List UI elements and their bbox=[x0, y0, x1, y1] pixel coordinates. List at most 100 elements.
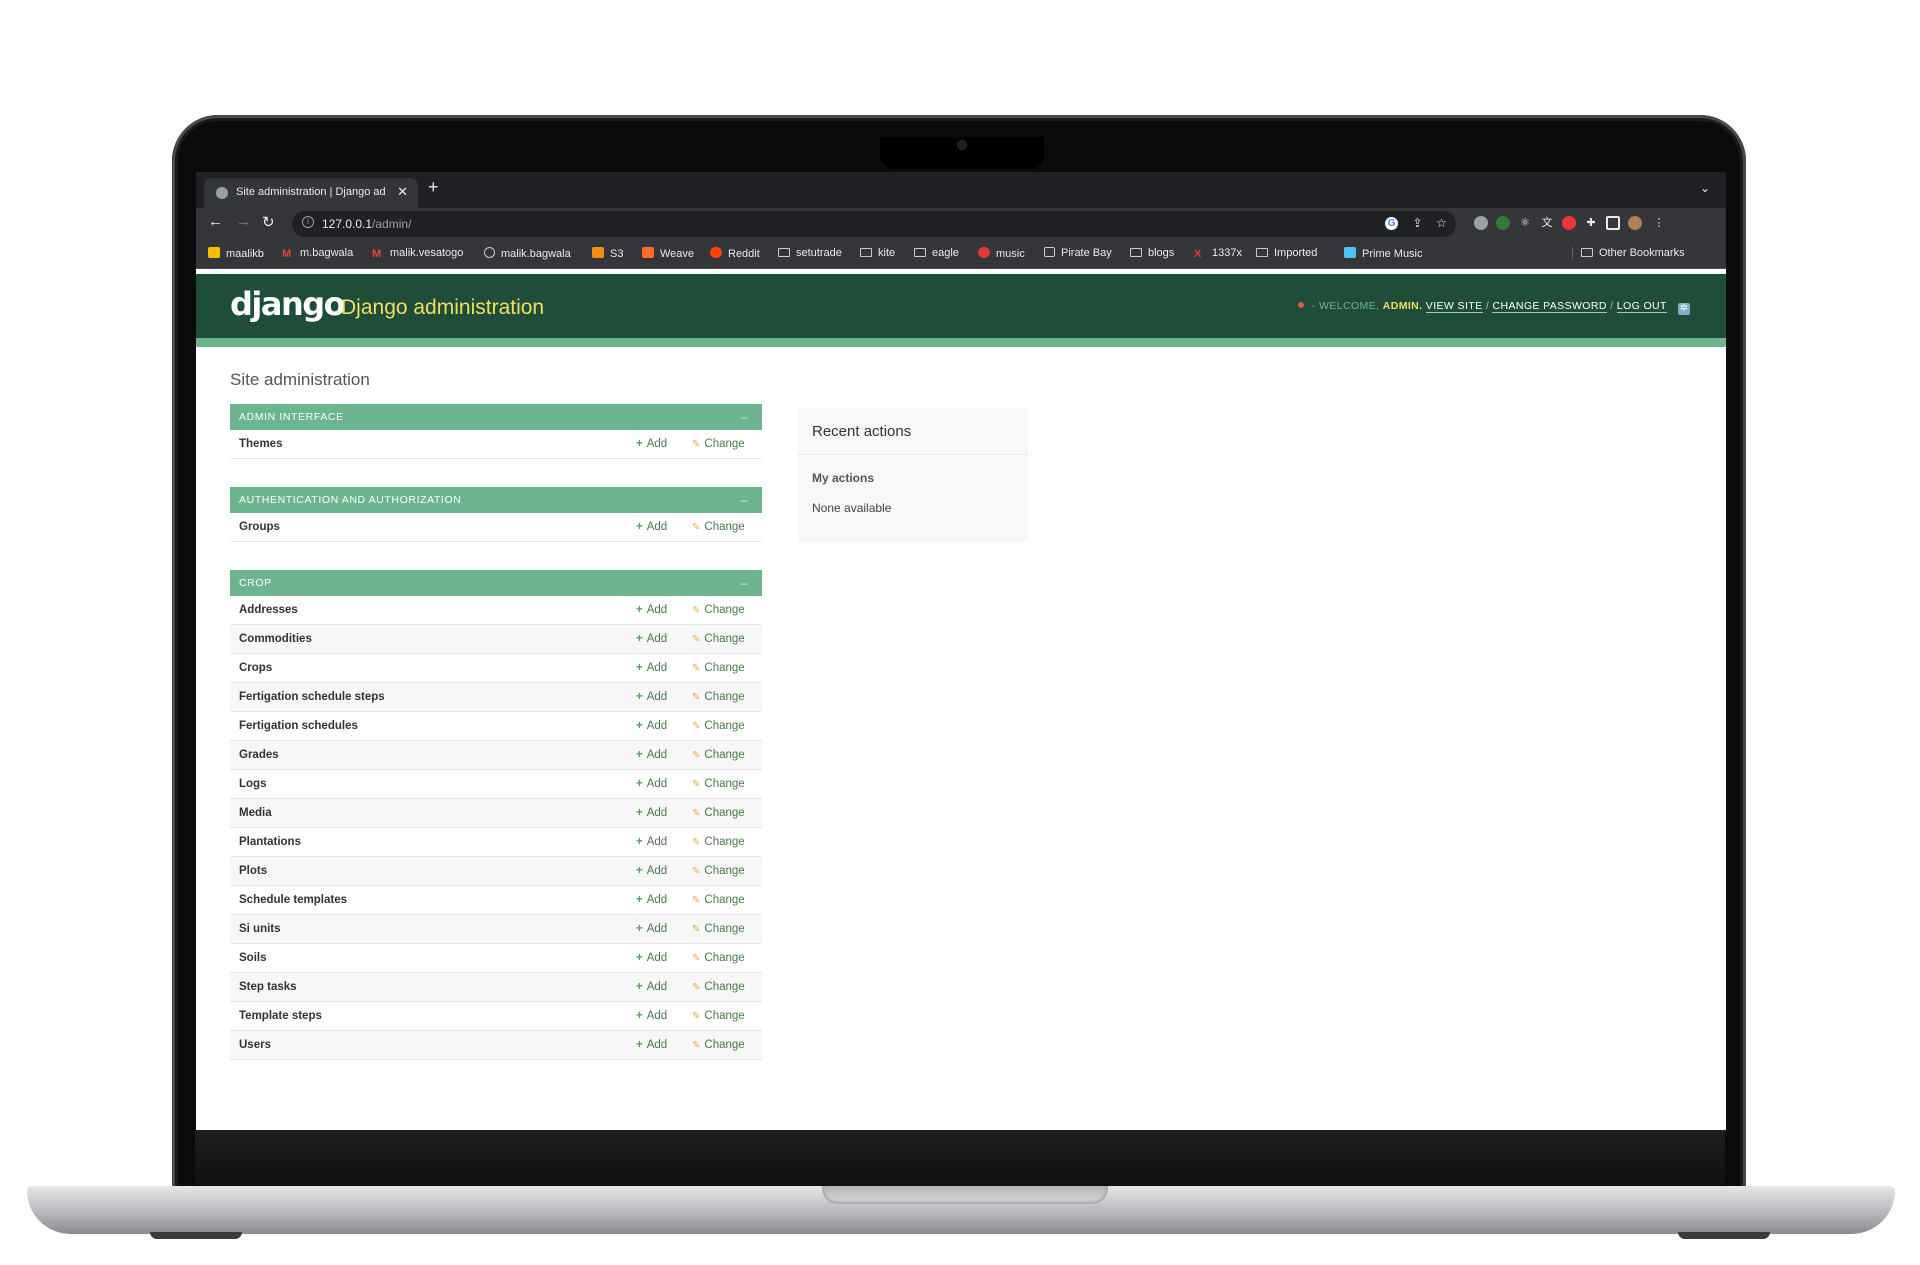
change-link[interactable]: ✎ Change bbox=[692, 720, 745, 732]
site-title[interactable]: Django administration bbox=[341, 296, 544, 320]
adblock-icon[interactable] bbox=[1562, 216, 1576, 230]
add-link[interactable]: + Add bbox=[636, 438, 667, 450]
model-link[interactable]: Plantations bbox=[239, 836, 301, 848]
add-link[interactable]: + Add bbox=[636, 749, 667, 761]
model-link[interactable]: Plots bbox=[239, 865, 267, 877]
model-link[interactable]: Users bbox=[239, 1039, 271, 1051]
change-link[interactable]: ✎ Change bbox=[692, 952, 745, 964]
change-link[interactable]: ✎ Change bbox=[692, 981, 745, 993]
theme-toggle-icon[interactable]: ✲ bbox=[1678, 303, 1690, 315]
bookmark-item[interactable]: Mmalik.vesatogo bbox=[372, 247, 463, 260]
bookmark-item[interactable]: S3 bbox=[592, 247, 623, 260]
change-link[interactable]: ✎ Change bbox=[692, 604, 745, 616]
avatar[interactable] bbox=[1628, 216, 1642, 230]
bookmark-item[interactable]: Mm.bagwala bbox=[282, 247, 353, 260]
bookmark-item[interactable]: Weave bbox=[642, 247, 694, 260]
puzzle-icon[interactable]: ✚ bbox=[1584, 216, 1598, 230]
collapse-icon[interactable]: – bbox=[741, 487, 748, 513]
react-devtools-icon[interactable]: ⚛ bbox=[1518, 216, 1532, 230]
model-link[interactable]: Step tasks bbox=[239, 981, 297, 993]
add-link[interactable]: + Add bbox=[636, 604, 667, 616]
bookmark-item[interactable]: music bbox=[978, 247, 1025, 260]
url-text[interactable]: 127.0.0.1/admin/ bbox=[322, 217, 411, 231]
bookmark-item[interactable]: X 1337x bbox=[1194, 247, 1242, 260]
add-link[interactable]: + Add bbox=[636, 720, 667, 732]
add-link[interactable]: + Add bbox=[636, 1010, 667, 1022]
change-link[interactable]: ✎ Change bbox=[692, 1010, 745, 1022]
bookmark-item[interactable]: Pirate Bay bbox=[1044, 247, 1112, 259]
add-link[interactable]: + Add bbox=[636, 894, 667, 906]
collapse-icon[interactable]: – bbox=[741, 404, 748, 430]
translate-icon[interactable]: 文 bbox=[1540, 216, 1554, 230]
change-link[interactable]: ✎ Change bbox=[692, 633, 745, 645]
back-arrow-icon[interactable]: ← bbox=[208, 213, 223, 230]
change-link[interactable]: ✎ Change bbox=[692, 1039, 745, 1051]
bookmark-item[interactable]: setutrade bbox=[778, 247, 842, 259]
model-link[interactable]: Fertigation schedule steps bbox=[239, 691, 385, 703]
model-link[interactable]: Soils bbox=[239, 952, 266, 964]
module-caption[interactable]: Authentication and Authorization – bbox=[230, 487, 762, 513]
model-link[interactable]: Si units bbox=[239, 923, 281, 935]
add-link[interactable]: + Add bbox=[636, 633, 667, 645]
model-link[interactable]: Grades bbox=[239, 749, 279, 761]
model-link[interactable]: Groups bbox=[239, 521, 280, 533]
model-link[interactable]: Addresses bbox=[239, 604, 298, 616]
other-bookmarks[interactable]: Other Bookmarks bbox=[1572, 247, 1685, 259]
change-link[interactable]: ✎ Change bbox=[692, 749, 745, 761]
browser-tab[interactable]: Site administration | Django ad ✕ bbox=[204, 178, 418, 208]
google-lens-icon[interactable]: G bbox=[1385, 217, 1398, 230]
django-logo[interactable]: django bbox=[230, 285, 346, 323]
info-icon[interactable]: i bbox=[302, 216, 314, 228]
change-link[interactable]: ✎ Change bbox=[692, 865, 745, 877]
model-link[interactable]: Schedule templates bbox=[239, 894, 347, 906]
change-password-link[interactable]: CHANGE PASSWORD bbox=[1492, 300, 1607, 313]
add-link[interactable]: + Add bbox=[636, 691, 667, 703]
extension-icon-1[interactable] bbox=[1474, 216, 1488, 230]
add-link[interactable]: + Add bbox=[636, 836, 667, 848]
model-link[interactable]: Logs bbox=[239, 778, 266, 790]
new-tab-icon[interactable]: + bbox=[428, 177, 439, 198]
model-link[interactable]: Themes bbox=[239, 438, 282, 450]
add-link[interactable]: + Add bbox=[636, 1039, 667, 1051]
add-link[interactable]: + Add bbox=[636, 778, 667, 790]
address-bar[interactable]: i 127.0.0.1/admin/ G ⇪ ☆ bbox=[292, 211, 1456, 237]
bookmark-item[interactable]: kite bbox=[860, 247, 895, 259]
collapse-icon[interactable]: – bbox=[741, 570, 748, 596]
extension-icon-2[interactable] bbox=[1496, 216, 1510, 230]
bookmark-item[interactable]: blogs bbox=[1130, 247, 1174, 259]
reload-icon[interactable]: ↻ bbox=[262, 213, 275, 231]
add-link[interactable]: + Add bbox=[636, 521, 667, 533]
model-link[interactable]: Fertigation schedules bbox=[239, 720, 358, 732]
bookmark-item[interactable]: malik.bagwala bbox=[484, 247, 571, 260]
change-link[interactable]: ✎ Change bbox=[692, 778, 745, 790]
forward-arrow-icon[interactable]: → bbox=[236, 213, 251, 230]
change-link[interactable]: ✎ Change bbox=[692, 894, 745, 906]
bookmark-item[interactable]: maalikb bbox=[208, 247, 264, 260]
add-link[interactable]: + Add bbox=[636, 923, 667, 935]
module-caption[interactable]: Crop – bbox=[230, 570, 762, 596]
change-link[interactable]: ✎ Change bbox=[692, 836, 745, 848]
change-link[interactable]: ✎ Change bbox=[692, 662, 745, 674]
log-out-link[interactable]: LOG OUT bbox=[1616, 300, 1667, 313]
change-link[interactable]: ✎ Change bbox=[692, 691, 745, 703]
star-icon[interactable]: ☆ bbox=[1435, 217, 1448, 230]
bookmark-item[interactable]: Prime Music bbox=[1344, 247, 1423, 260]
add-link[interactable]: + Add bbox=[636, 662, 667, 674]
model-link[interactable]: Media bbox=[239, 807, 272, 819]
kebab-menu-icon[interactable]: ⋮ bbox=[1652, 216, 1666, 230]
module-caption[interactable]: Admin Interface – bbox=[230, 404, 762, 430]
change-link[interactable]: ✎ Change bbox=[692, 438, 745, 450]
bookmark-item[interactable]: Reddit bbox=[710, 247, 760, 260]
add-link[interactable]: + Add bbox=[636, 865, 667, 877]
model-link[interactable]: Commodities bbox=[239, 633, 312, 645]
model-link[interactable]: Crops bbox=[239, 662, 272, 674]
add-link[interactable]: + Add bbox=[636, 952, 667, 964]
side-panel-icon[interactable] bbox=[1606, 216, 1620, 230]
share-icon[interactable]: ⇪ bbox=[1411, 217, 1424, 230]
bookmark-item[interactable]: eagle bbox=[914, 247, 959, 259]
add-link[interactable]: + Add bbox=[636, 981, 667, 993]
add-link[interactable]: + Add bbox=[636, 807, 667, 819]
bookmark-item[interactable]: Imported bbox=[1256, 247, 1317, 259]
chevron-down-icon[interactable]: ⌄ bbox=[1700, 181, 1710, 195]
change-link[interactable]: ✎ Change bbox=[692, 521, 745, 533]
